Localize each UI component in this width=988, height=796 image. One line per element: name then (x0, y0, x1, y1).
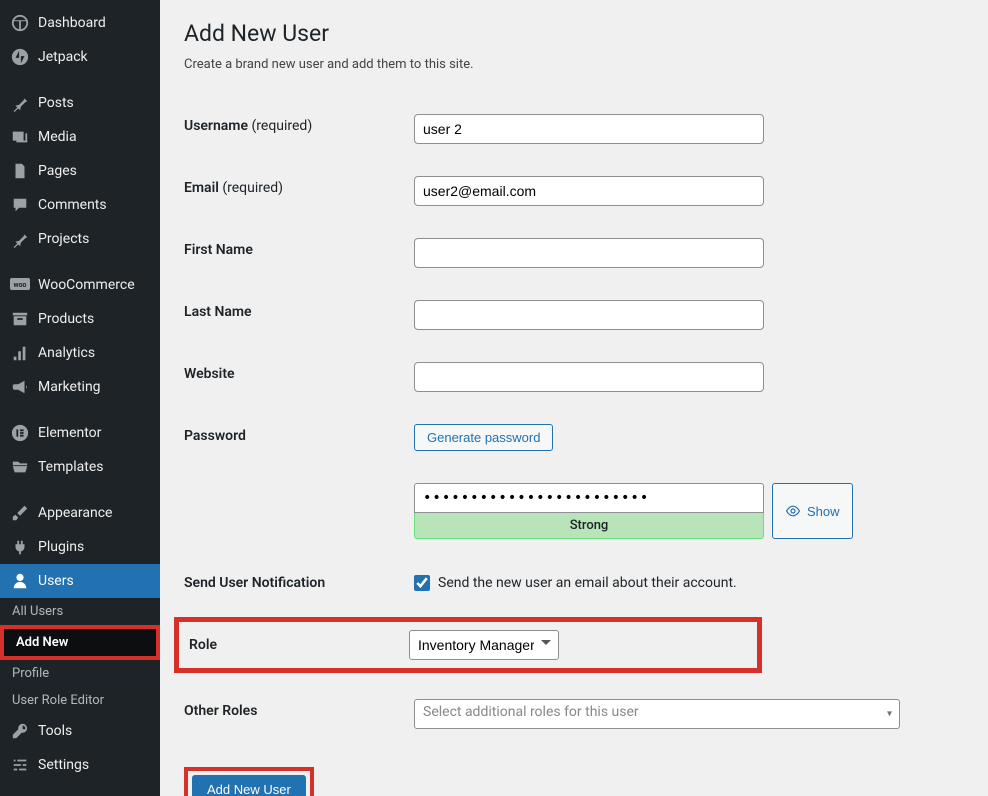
sidebar-label: Appearance (38, 505, 112, 521)
sidebar-item-dashboard[interactable]: Dashboard (0, 6, 160, 40)
role-label: Role (179, 630, 399, 660)
sidebar-item-media[interactable]: Media (0, 120, 160, 154)
sidebar-label: WooCommerce (38, 277, 135, 293)
password-label: Password (184, 408, 404, 467)
sidebar-item-projects[interactable]: Projects (0, 222, 160, 256)
sidebar-item-pages[interactable]: Pages (0, 154, 160, 188)
archive-icon (10, 309, 30, 329)
generate-password-button[interactable]: Generate password (414, 424, 553, 451)
email-input[interactable] (414, 176, 764, 206)
eye-icon (785, 503, 801, 519)
lastname-input[interactable] (414, 300, 764, 330)
pin-icon (10, 229, 30, 249)
elementor-icon (10, 423, 30, 443)
sidebar-item-elementor[interactable]: Elementor (0, 416, 160, 450)
user-icon (10, 571, 30, 591)
submit-highlight: Add New User (184, 767, 314, 796)
lastname-label: Last Name (184, 284, 404, 346)
sidebar-label: Media (38, 129, 77, 145)
analytics-icon (10, 343, 30, 363)
other-roles-select[interactable]: Select additional roles for this user (414, 699, 900, 729)
sidebar-item-settings[interactable]: Settings (0, 748, 160, 782)
sidebar-label: Settings (38, 757, 89, 773)
sidebar-label: Projects (38, 231, 89, 247)
sidebar-item-users[interactable]: Users (0, 564, 160, 598)
sidebar-subitem-profile[interactable]: Profile (0, 660, 160, 687)
add-new-user-button[interactable]: Add New User (192, 775, 306, 796)
sidebar-label: Plugins (38, 539, 84, 555)
sidebar-item-plugins[interactable]: Plugins (0, 530, 160, 564)
megaphone-icon (10, 377, 30, 397)
sidebar-item-posts[interactable]: Posts (0, 86, 160, 120)
sidebar-item-woocommerce[interactable]: woo WooCommerce (0, 268, 160, 302)
sidebar-label: Posts (38, 95, 74, 111)
sidebar-label: Tools (38, 723, 72, 739)
show-password-button[interactable]: Show (772, 483, 853, 539)
website-label: Website (184, 346, 404, 408)
sidebar-item-templates[interactable]: Templates (0, 450, 160, 484)
wrench-icon (10, 721, 30, 741)
dashboard-icon (10, 13, 30, 33)
sidebar-item-jetpack[interactable]: Jetpack (0, 40, 160, 74)
folder-icon (10, 457, 30, 477)
sidebar-label: Jetpack (38, 49, 88, 65)
media-icon (10, 127, 30, 147)
website-input[interactable] (414, 362, 764, 392)
pin-icon (10, 93, 30, 113)
sidebar-item-products[interactable]: Products (0, 302, 160, 336)
sidebar-item-appearance[interactable]: Appearance (0, 496, 160, 530)
page-subtitle: Create a brand new user and add them to … (184, 57, 968, 72)
username-label: Username (required) (184, 98, 404, 160)
sidebar-label: Users (38, 573, 74, 589)
password-input[interactable] (414, 483, 764, 513)
send-notification-text: Send the new user an email about their a… (438, 575, 737, 591)
page-title: Add New User (184, 20, 968, 47)
plug-icon (10, 537, 30, 557)
email-label: Email (required) (184, 160, 404, 222)
pages-icon (10, 161, 30, 181)
other-roles-label: Other Roles (184, 683, 404, 745)
sidebar-label: Products (38, 311, 94, 327)
jetpack-icon (10, 47, 30, 67)
password-strength-indicator: Strong (414, 513, 764, 539)
sidebar-subitem-all-users[interactable]: All Users (0, 598, 160, 625)
svg-text:woo: woo (13, 281, 26, 289)
sidebar-label: Pages (38, 163, 77, 179)
woocommerce-icon: woo (10, 275, 30, 295)
send-notification-checkbox[interactable] (414, 575, 430, 591)
firstname-label: First Name (184, 222, 404, 284)
admin-sidebar: Dashboard Jetpack Posts Media Pages Comm… (0, 0, 160, 796)
sidebar-label: Elementor (38, 425, 101, 441)
sidebar-subitem-add-new[interactable]: Add New (0, 625, 160, 660)
sidebar-label: Comments (38, 197, 107, 213)
sidebar-label: Marketing (38, 379, 101, 395)
send-notification-label: Send User Notification (184, 555, 404, 611)
sidebar-item-marketing[interactable]: Marketing (0, 370, 160, 404)
firstname-input[interactable] (414, 238, 764, 268)
username-input[interactable] (414, 114, 764, 144)
comments-icon (10, 195, 30, 215)
sidebar-item-tools[interactable]: Tools (0, 714, 160, 748)
sidebar-subitem-user-role-editor[interactable]: User Role Editor (0, 687, 160, 714)
sidebar-label: Dashboard (38, 15, 106, 31)
sidebar-item-comments[interactable]: Comments (0, 188, 160, 222)
brush-icon (10, 503, 30, 523)
sidebar-item-analytics[interactable]: Analytics (0, 336, 160, 370)
add-user-form: Username (required) Email (required) Fir… (184, 98, 968, 745)
role-select[interactable]: Inventory Manager (409, 630, 559, 660)
sliders-icon (10, 755, 30, 775)
main-content: Add New User Create a brand new user and… (160, 0, 988, 796)
sidebar-label: Templates (38, 459, 104, 475)
sidebar-label: Analytics (38, 345, 95, 361)
role-highlight: Role Inventory Manager (174, 617, 762, 673)
